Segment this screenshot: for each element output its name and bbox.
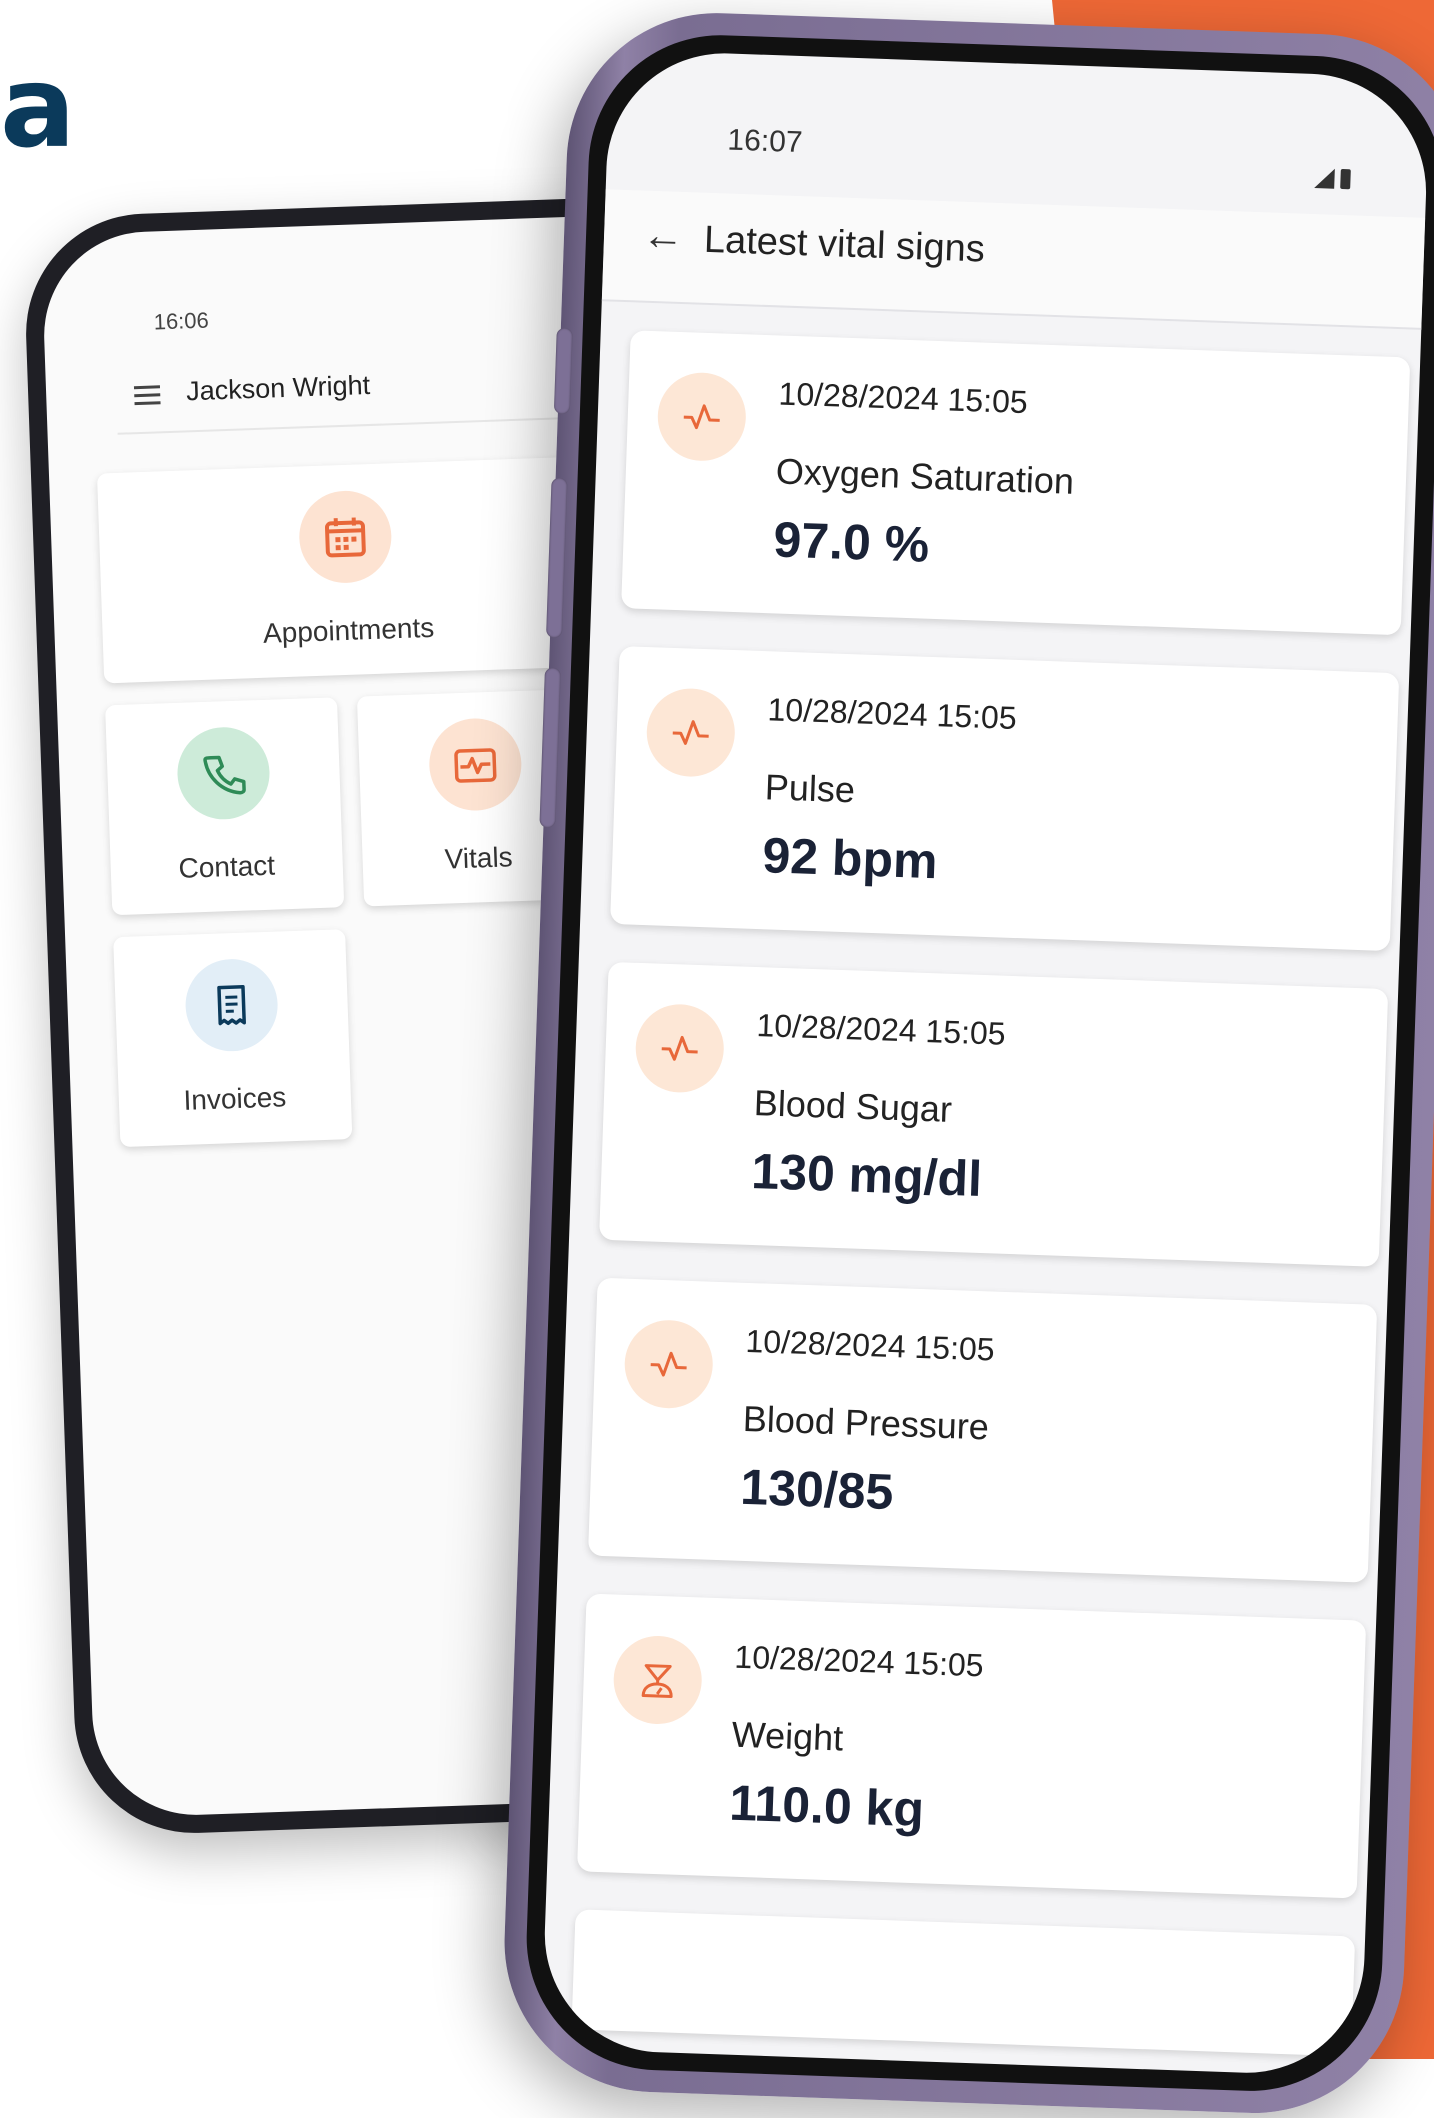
tile-invoices[interactable]: Invoices bbox=[113, 929, 352, 1147]
status-time: 16:07 bbox=[727, 124, 803, 161]
screen-title: Latest vital signs bbox=[703, 219, 985, 272]
scale-icon bbox=[612, 1635, 703, 1726]
status-time: 16:06 bbox=[153, 308, 209, 336]
vital-name: Blood Sugar bbox=[753, 1082, 952, 1131]
vital-card[interactable]: 10/28/2024 15:05 Blood Pressure 130/85 bbox=[588, 1278, 1377, 1583]
vitals-list: 10/28/2024 15:05 Oxygen Saturation 97.0 … bbox=[570, 330, 1410, 2077]
pulse-icon bbox=[645, 687, 736, 778]
vital-card-partial[interactable] bbox=[571, 1909, 1355, 2056]
vital-date: 10/28/2024 15:05 bbox=[767, 691, 1017, 737]
vital-date: 10/28/2024 15:05 bbox=[778, 375, 1028, 421]
vital-card[interactable]: 10/28/2024 15:05 Pulse 92 bpm bbox=[610, 646, 1399, 951]
brand-letter: a bbox=[0, 52, 76, 164]
vital-date: 10/28/2024 15:05 bbox=[756, 1007, 1006, 1053]
vital-date: 10/28/2024 15:05 bbox=[745, 1323, 995, 1369]
vital-card[interactable]: 10/28/2024 15:05 Weight 110.0 kg bbox=[577, 1593, 1366, 1898]
vital-value: 92 bpm bbox=[762, 826, 939, 890]
calendar-icon bbox=[298, 489, 393, 584]
vital-card[interactable]: 10/28/2024 15:05 Oxygen Saturation 97.0 … bbox=[621, 330, 1410, 635]
app-header: ← Latest vital signs bbox=[602, 189, 1425, 330]
front-phone: 16:07 ← Latest vital signs 10/28/2024 15… bbox=[499, 8, 1434, 2118]
vital-card[interactable]: 10/28/2024 15:05 Blood Sugar 130 mg/dl bbox=[599, 962, 1388, 1267]
front-phone-screen: 16:07 ← Latest vital signs 10/28/2024 15… bbox=[541, 49, 1430, 2076]
tile-label: Appointments bbox=[102, 606, 595, 655]
pulse-icon bbox=[656, 371, 747, 462]
vital-value: 110.0 kg bbox=[728, 1774, 925, 1839]
vital-value: 130/85 bbox=[739, 1458, 894, 1521]
phone-icon bbox=[176, 726, 271, 821]
vitals-icon bbox=[428, 717, 523, 812]
menu-icon[interactable] bbox=[134, 385, 161, 406]
vital-name: Weight bbox=[731, 1714, 844, 1760]
pulse-icon bbox=[623, 1319, 714, 1410]
back-arrow-icon[interactable]: ← bbox=[641, 211, 685, 260]
side-button bbox=[554, 328, 573, 415]
invoice-icon bbox=[184, 958, 279, 1053]
tile-label: Contact bbox=[110, 847, 343, 887]
user-name: Jackson Wright bbox=[186, 370, 371, 407]
tile-contact[interactable]: Contact bbox=[105, 697, 344, 915]
pulse-icon bbox=[634, 1003, 725, 1094]
vital-value: 130 mg/dl bbox=[751, 1142, 984, 1208]
signal-battery-icon bbox=[1312, 164, 1357, 197]
vital-value: 97.0 % bbox=[773, 510, 931, 573]
vital-name: Pulse bbox=[764, 766, 855, 811]
vital-name: Blood Pressure bbox=[742, 1398, 989, 1449]
tile-label: Invoices bbox=[118, 1079, 351, 1119]
vital-date: 10/28/2024 15:05 bbox=[734, 1639, 984, 1685]
vital-name: Oxygen Saturation bbox=[775, 450, 1074, 502]
